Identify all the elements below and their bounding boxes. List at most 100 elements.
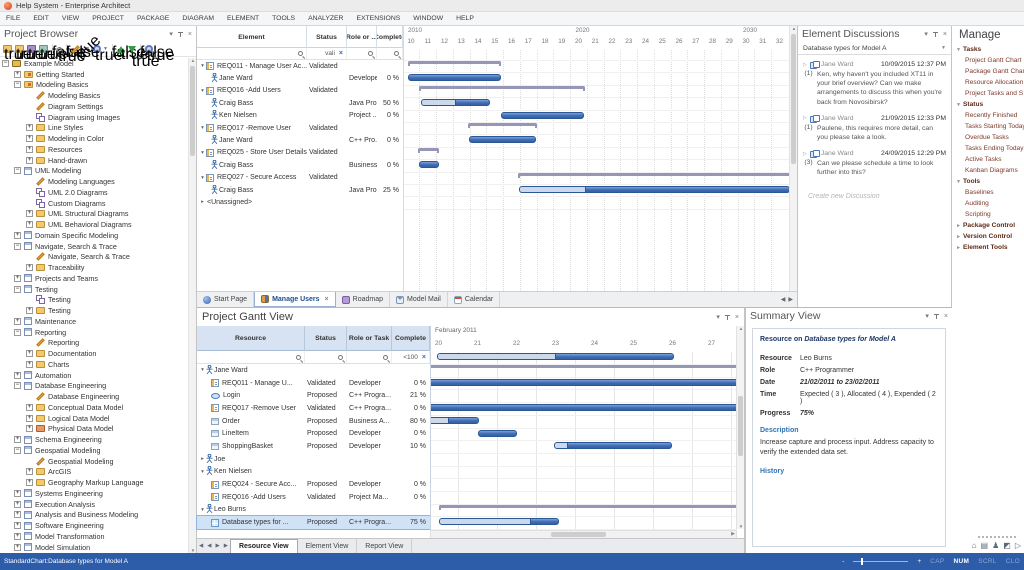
tree-item-model-transformation[interactable]: +Model Transformation <box>0 531 188 542</box>
tree-item-documentation[interactable]: +Documentation <box>0 348 188 359</box>
tab-resource-view[interactable]: Resource View <box>230 539 298 553</box>
expander-icon[interactable]: ▸ <box>956 234 961 240</box>
table-row-req017-remove-user[interactable]: REQ017 -Remove UserValidatedC++ Progra..… <box>197 402 430 415</box>
tree-item-reporting[interactable]: −Reporting <box>0 327 188 338</box>
expander-icon[interactable]: ▷ <box>803 115 807 121</box>
menu-window[interactable]: WINDOW <box>413 15 443 22</box>
tree-item-hand-drawn[interactable]: +Hand-drawn <box>0 155 188 166</box>
table-row-joe[interactable]: ▸Joe <box>197 453 430 466</box>
ken-nielsen-task-bar[interactable] <box>501 112 584 119</box>
shoppingbasket-progress-bar[interactable] <box>554 442 673 449</box>
tree-item-projects-and-teams[interactable]: +Projects and Teams <box>0 273 188 284</box>
tree-item-line-styles[interactable]: +Line Styles <box>0 123 188 134</box>
tree-item-uml-modeling[interactable]: −UML Modeling <box>0 166 188 177</box>
manage-section-status[interactable]: ▾Status <box>952 99 1024 110</box>
table-row-leo-burns[interactable]: ▾Leo Burns <box>197 504 430 517</box>
tree-item-uml-2-0-diagrams[interactable]: UML 2.0 Diagrams <box>0 187 188 198</box>
tree-expander-icon[interactable]: + <box>14 232 21 239</box>
scroll-left-icon[interactable]: ◀ <box>781 296 786 303</box>
expander-icon[interactable]: ▷ <box>803 151 807 157</box>
lineitem-task-bar[interactable] <box>478 430 517 437</box>
filter-cell-status[interactable] <box>305 351 347 363</box>
expander-icon[interactable]: ▾ <box>956 47 961 53</box>
tree-item-domain-specific-modeling[interactable]: +Domain Specific Modeling <box>0 230 188 241</box>
table-row-jane-ward[interactable]: Jane WardDeveloper0 % <box>197 72 403 84</box>
menu-extensions[interactable]: EXTENSIONS <box>356 15 400 22</box>
hierarchy-icon[interactable]: ♟ <box>992 541 999 550</box>
pin-icon[interactable] <box>724 314 731 321</box>
manage-item-overdue-tasks[interactable]: Overdue Tasks <box>952 132 1024 143</box>
tree-expander-icon[interactable]: + <box>14 318 21 325</box>
scroll-down-icon[interactable]: ▼ <box>737 524 745 529</box>
table-row-ken-nielsen[interactable]: Ken NielsenProject ...0 % <box>197 110 403 122</box>
tree-expander-icon[interactable]: + <box>14 490 21 497</box>
tab-roadmap[interactable]: Roadmap <box>336 292 390 307</box>
req017-remove-user-task-bar[interactable] <box>430 404 737 411</box>
nav-last-icon[interactable]: ▶ <box>222 539 230 553</box>
tree-expander-icon[interactable]: + <box>14 372 21 379</box>
tree-expander-icon[interactable]: + <box>26 157 33 164</box>
tree-expander-icon[interactable]: − <box>14 81 21 88</box>
tree-item-diagram-using-images[interactable]: Diagram using Images <box>0 112 188 123</box>
tree-expander-icon[interactable]: + <box>26 350 33 357</box>
tree-item-systems-engineering[interactable]: +Systems Engineering <box>0 488 188 499</box>
tree-expander-icon[interactable]: + <box>26 146 33 153</box>
timeline-vscrollbar[interactable]: ▲ ▼ <box>736 326 744 529</box>
tree-item-reporting[interactable]: Reporting <box>0 338 188 349</box>
expander-icon[interactable]: ▾ <box>956 179 961 185</box>
layers-icon[interactable]: ▤ <box>981 541 989 550</box>
row-expander-icon[interactable]: ▸ <box>199 199 206 205</box>
tree-item-modeling-basics[interactable]: Modeling Basics <box>0 90 188 101</box>
table-row-order[interactable]: OrderProposedBusiness A...80 % <box>197 415 430 428</box>
tree-expander-icon[interactable]: + <box>14 275 21 282</box>
zoom-slider[interactable] <box>853 561 908 562</box>
tab-manage-users[interactable]: Manage Users× <box>254 292 336 307</box>
table-row-lineitem[interactable]: LineItemProposedDeveloper0 % <box>197 427 430 440</box>
description-link[interactable]: Description <box>760 427 938 434</box>
manage-section-tasks[interactable]: ▾Tasks <box>952 44 1024 55</box>
tab-calendar[interactable]: Calendar <box>448 292 500 307</box>
new-package-icon[interactable]: true <box>15 45 24 53</box>
tree-item-custom-diagrams[interactable]: Custom Diagrams <box>0 198 188 209</box>
row-expander-icon[interactable]: ▾ <box>199 63 206 69</box>
manage-item-active-tasks[interactable]: Active Tasks <box>952 154 1024 165</box>
tree-item-navigate-search-trace[interactable]: −Navigate, Search & Trace <box>0 241 188 252</box>
column-header-resource[interactable]: Resource <box>197 326 305 351</box>
tree-item-physical-data-model[interactable]: +Physical Data Model <box>0 424 188 435</box>
tree-expander-icon[interactable]: + <box>26 415 33 422</box>
clear-filter-icon[interactable]: × <box>339 50 343 57</box>
row-expander-icon[interactable]: ▾ <box>199 507 206 513</box>
scroll-right-icon[interactable]: ▶ <box>788 296 793 303</box>
project-tree-scrollbar[interactable]: ▲ ▼ <box>188 58 196 553</box>
tree-item-logical-data-model[interactable]: +Logical Data Model <box>0 413 188 424</box>
move-down-icon[interactable]: true <box>128 46 136 53</box>
panel-menu-icon[interactable]: ▾ <box>716 313 720 321</box>
new-diagram-icon[interactable]: true <box>27 45 36 53</box>
close-icon[interactable]: × <box>944 313 948 320</box>
tree-item-traceability[interactable]: +Traceability <box>0 262 188 273</box>
tree-expander-icon[interactable]: + <box>26 404 33 411</box>
manage-item-scripting[interactable]: Scripting <box>952 209 1024 220</box>
menu-file[interactable]: FILE <box>6 15 20 22</box>
new-model-icon[interactable]: true <box>3 45 12 53</box>
history-link[interactable]: History <box>760 468 938 475</box>
table-row-unassigned[interactable]: ▸<Unassigned> <box>197 196 403 208</box>
tree-expander-icon[interactable]: − <box>14 167 21 174</box>
manage-section-tools[interactable]: ▾Tools <box>952 176 1024 187</box>
row-expander-icon[interactable]: ▾ <box>199 469 206 475</box>
req011-manage-u-task-bar[interactable] <box>430 379 737 386</box>
tree-expander-icon[interactable]: + <box>14 533 21 540</box>
tab-element-view[interactable]: Element View <box>298 539 358 553</box>
panel-menu-icon[interactable]: ▾ <box>924 30 928 38</box>
table-row-req011-manage-u[interactable]: REQ011 - Manage U...ValidatedDeveloper0 … <box>197 377 430 390</box>
manage-item-project-tasks-and-s[interactable]: Project Tasks and S <box>952 88 1024 99</box>
tree-expander-icon[interactable]: + <box>26 307 33 314</box>
tab-model-mail[interactable]: Model Mail <box>390 292 448 307</box>
move-up-icon[interactable]: true <box>117 46 125 53</box>
tree-expander-icon[interactable]: + <box>26 124 33 131</box>
table-row-craig-bass[interactable]: Craig BassBusiness...0 % <box>197 159 403 171</box>
table-row-craig-bass[interactable]: Craig BassJava Pro...50 % <box>197 97 403 109</box>
table-row-database-types-for[interactable]: Database types for ...ProposedC++ Progra… <box>197 516 430 529</box>
filter-cell-resource[interactable] <box>197 351 305 363</box>
tree-expander-icon[interactable]: + <box>26 264 33 271</box>
